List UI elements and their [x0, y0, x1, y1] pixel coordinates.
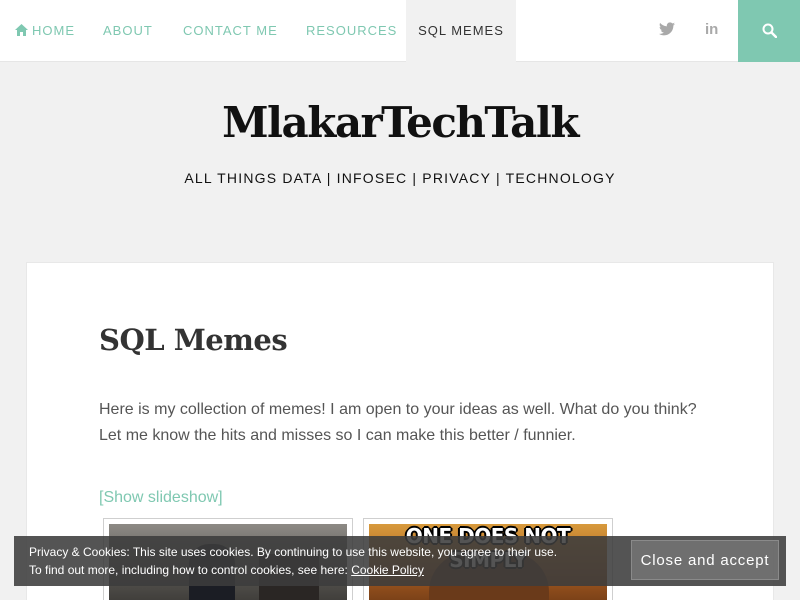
- linkedin-icon[interactable]: in: [705, 21, 718, 38]
- nav-home-label: HOME: [32, 23, 75, 38]
- close-and-accept-button[interactable]: Close and accept: [631, 540, 779, 580]
- top-navigation-bar: HOME ABOUT CONTACT ME RESOURCES SQL MEME…: [0, 0, 800, 62]
- cookie-consent-banner: Privacy & Cookies: This site uses cookie…: [14, 536, 786, 586]
- nav-sql-memes-link[interactable]: SQL MEMES: [406, 0, 516, 62]
- page-title: SQL Memes: [99, 323, 288, 357]
- cookie-notice-prefix: To find out more, including how to contr…: [29, 563, 352, 577]
- cookie-notice-text: Privacy & Cookies: This site uses cookie…: [29, 543, 557, 579]
- cookie-notice-line1: Privacy & Cookies: This site uses cookie…: [29, 545, 558, 559]
- home-icon: [15, 24, 28, 36]
- nav-about-link[interactable]: ABOUT: [103, 0, 153, 62]
- post-intro-text: Here is my collection of memes! I am ope…: [99, 401, 697, 444]
- show-slideshow-link[interactable]: [Show slideshow]: [99, 489, 223, 507]
- cookie-notice-line2: To find out more, including how to contr…: [29, 561, 557, 579]
- nav-contact-link[interactable]: CONTACT ME: [183, 0, 278, 62]
- search-button[interactable]: [738, 0, 800, 62]
- site-tagline: ALL THINGS DATA | INFOSEC | PRIVACY | TE…: [184, 170, 616, 186]
- nav-resources-link[interactable]: RESOURCES: [306, 0, 397, 62]
- nav-home-link[interactable]: HOME: [15, 0, 75, 62]
- site-title[interactable]: MlakarTechTalk: [0, 98, 800, 147]
- search-icon: [762, 23, 777, 38]
- cookie-policy-link[interactable]: Cookie Policy: [351, 563, 424, 577]
- twitter-icon[interactable]: [659, 22, 675, 41]
